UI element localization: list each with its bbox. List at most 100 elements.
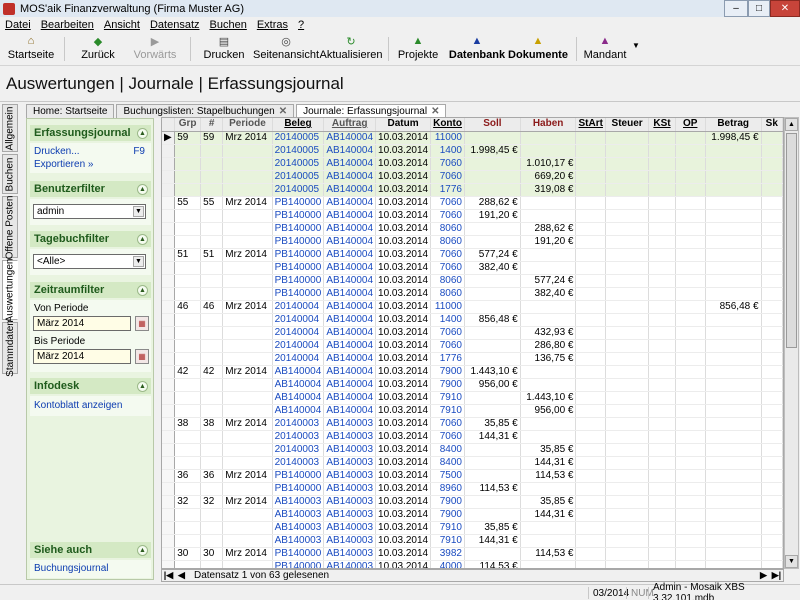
mandant-button[interactable]: ▲ Mandant xyxy=(584,35,627,63)
col-header-auftrag[interactable]: Auftrag xyxy=(323,118,377,132)
table-cell[interactable]: 7910 xyxy=(430,391,465,405)
table-cell[interactable]: AB140004 xyxy=(323,157,377,171)
journal-grid[interactable]: Grp # Periode Beleg Auftrag Datum Konto … xyxy=(161,117,784,569)
table-cell[interactable]: 7060 xyxy=(430,209,465,223)
row-selector[interactable] xyxy=(162,443,176,457)
table-cell[interactable]: 20140004 xyxy=(272,326,325,340)
table-cell[interactable]: AB140003 xyxy=(323,456,377,470)
table-cell[interactable]: AB140004 xyxy=(323,144,377,158)
table-row[interactable]: 20140003 AB140003 10.03.2014 8400 35,85 € xyxy=(162,443,783,457)
col-header-steuer[interactable]: Steuer xyxy=(605,118,650,132)
table-cell[interactable]: 7060 xyxy=(430,326,465,340)
close-button[interactable]: ✕ xyxy=(770,0,800,17)
table-row[interactable]: 46 46 Mrz 2014 20140004 AB140004 10.03.2014 11… xyxy=(162,300,783,314)
scroll-down-icon[interactable]: ▼ xyxy=(785,555,798,568)
table-cell[interactable]: 20140004 xyxy=(272,352,325,366)
col-header-start[interactable]: StArt xyxy=(575,118,606,132)
table-cell[interactable]: AB140004 xyxy=(323,209,377,223)
table-cell[interactable]: 7060 xyxy=(430,339,465,353)
table-cell[interactable]: AB140003 xyxy=(323,430,377,444)
table-cell[interactable]: AB140003 xyxy=(323,547,377,561)
table-cell[interactable]: 20140004 xyxy=(272,300,325,314)
row-selector[interactable] xyxy=(162,508,176,522)
menu-extras[interactable]: Extras xyxy=(252,19,293,31)
section-zeitraumfilter[interactable]: Zeitraumfilter ▲ xyxy=(30,282,151,298)
table-cell[interactable]: 7900 xyxy=(430,378,465,392)
menu-datensatz[interactable]: Datensatz xyxy=(145,19,205,31)
table-row[interactable]: 20140005 AB140004 10.03.2014 1400 1.998,45 € xyxy=(162,144,783,158)
table-row[interactable]: PB140000 AB140004 10.03.2014 8060 577,24 € xyxy=(162,274,783,288)
table-cell[interactable]: 8060 xyxy=(430,287,465,301)
table-cell[interactable]: AB140004 xyxy=(323,222,377,236)
table-row[interactable]: PB140000 AB140004 10.03.2014 8060 288,62 € xyxy=(162,222,783,236)
table-cell[interactable]: PB140000 xyxy=(272,274,325,288)
table-cell[interactable]: PB140000 xyxy=(272,222,325,236)
chevron-down-icon[interactable]: ▼ xyxy=(133,256,144,267)
table-cell[interactable]: 7060 xyxy=(430,170,465,184)
table-cell[interactable]: 20140003 xyxy=(272,417,325,431)
vtab-offene-posten[interactable]: Offene Posten xyxy=(2,195,18,259)
row-selector[interactable] xyxy=(162,261,176,275)
table-cell[interactable]: 7900 xyxy=(430,508,465,522)
menu-ansicht[interactable]: Ansicht xyxy=(99,19,145,31)
vtab-stammdaten[interactable]: Stammdaten xyxy=(2,320,18,376)
row-selector[interactable] xyxy=(162,209,176,223)
table-row[interactable]: AB140004 AB140004 10.03.2014 7910 1.443,10 € xyxy=(162,391,783,405)
table-cell[interactable]: 20140003 xyxy=(272,430,325,444)
calendar-icon[interactable]: ▦ xyxy=(135,349,149,364)
table-cell[interactable]: AB140004 xyxy=(323,313,377,327)
table-cell[interactable]: PB140000 xyxy=(272,547,325,561)
menu-buchen[interactable]: Buchen xyxy=(205,19,252,31)
col-header-beleg[interactable]: Beleg xyxy=(272,118,325,132)
menu-help[interactable]: ? xyxy=(293,19,309,31)
row-selector[interactable] xyxy=(162,547,176,561)
table-cell[interactable]: PB140000 xyxy=(272,482,325,496)
datenbank-button[interactable]: ▲ Datenbank xyxy=(449,35,505,63)
table-cell[interactable]: AB140003 xyxy=(323,482,377,496)
table-cell[interactable]: 8060 xyxy=(430,222,465,236)
table-cell[interactable]: AB140004 xyxy=(272,365,325,379)
table-row[interactable]: PB140000 AB140003 10.03.2014 4000 114,53 € xyxy=(162,560,783,568)
table-cell[interactable]: 7060 xyxy=(430,157,465,171)
table-row[interactable]: AB140004 AB140004 10.03.2014 7900 956,00 € xyxy=(162,378,783,392)
projekte-button[interactable]: ▲ Projekte xyxy=(398,35,438,63)
table-cell[interactable]: 7060 xyxy=(430,417,465,431)
table-row[interactable]: 20140003 AB140003 10.03.2014 8400 144,31 € xyxy=(162,456,783,470)
row-selector[interactable] xyxy=(162,157,176,171)
tab-erfassungsjournal[interactable]: Journale: Erfassungsjournal ✕ xyxy=(296,104,447,118)
von-periode-field[interactable]: März 2014 xyxy=(33,316,131,331)
table-cell[interactable]: PB140000 xyxy=(272,235,325,249)
table-cell[interactable]: AB140004 xyxy=(323,300,377,314)
first-record-button[interactable]: |◀ xyxy=(162,570,175,581)
table-cell[interactable]: 11000 xyxy=(430,131,465,145)
col-header-betrag[interactable]: Betrag xyxy=(705,118,762,132)
table-cell[interactable]: AB140004 xyxy=(323,261,377,275)
vtab-auswertungen[interactable]: Auswertungen xyxy=(2,258,18,322)
section-erfassungsjournal[interactable]: Erfassungsjournal ▲ xyxy=(30,125,151,141)
minimize-button[interactable]: – xyxy=(724,0,748,17)
collapse-icon[interactable]: ▲ xyxy=(137,284,148,296)
table-cell[interactable]: 7060 xyxy=(430,196,465,210)
table-cell[interactable]: 1776 xyxy=(430,352,465,366)
table-cell[interactable]: 20140005 xyxy=(272,157,325,171)
row-selector[interactable] xyxy=(162,274,176,288)
row-selector[interactable] xyxy=(162,196,176,210)
table-row[interactable]: 32 32 Mrz 2014 AB140003 AB140003 10.03.2014 79… xyxy=(162,495,783,509)
table-cell[interactable]: AB140003 xyxy=(323,534,377,548)
startseite-button[interactable]: ⌂ Startseite xyxy=(8,35,54,63)
table-row[interactable]: 30 30 Mrz 2014 PB140000 AB140003 10.03.2014 39… xyxy=(162,547,783,561)
collapse-icon[interactable]: ▲ xyxy=(137,183,148,195)
table-cell[interactable]: 3982 xyxy=(430,547,465,561)
col-header-periode[interactable]: Periode xyxy=(222,118,273,132)
collapse-icon[interactable]: ▲ xyxy=(137,380,148,392)
row-selector[interactable] xyxy=(162,365,176,379)
row-selector[interactable] xyxy=(162,183,176,197)
table-row[interactable]: ▶ 59 59 Mrz 2014 20140005 AB140004 10.03.2014 1… xyxy=(162,131,783,145)
drucken-link[interactable]: Drucken... xyxy=(34,146,80,157)
table-row[interactable]: 36 36 Mrz 2014 PB140000 AB140003 10.03.2014 75… xyxy=(162,469,783,483)
row-selector[interactable] xyxy=(162,391,176,405)
table-row[interactable]: PB140000 AB140004 10.03.2014 8060 191,20 € xyxy=(162,235,783,249)
table-cell[interactable]: 8400 xyxy=(430,456,465,470)
row-selector[interactable] xyxy=(162,248,176,262)
section-tagebuchfilter[interactable]: Tagebuchfilter ▲ xyxy=(30,231,151,247)
